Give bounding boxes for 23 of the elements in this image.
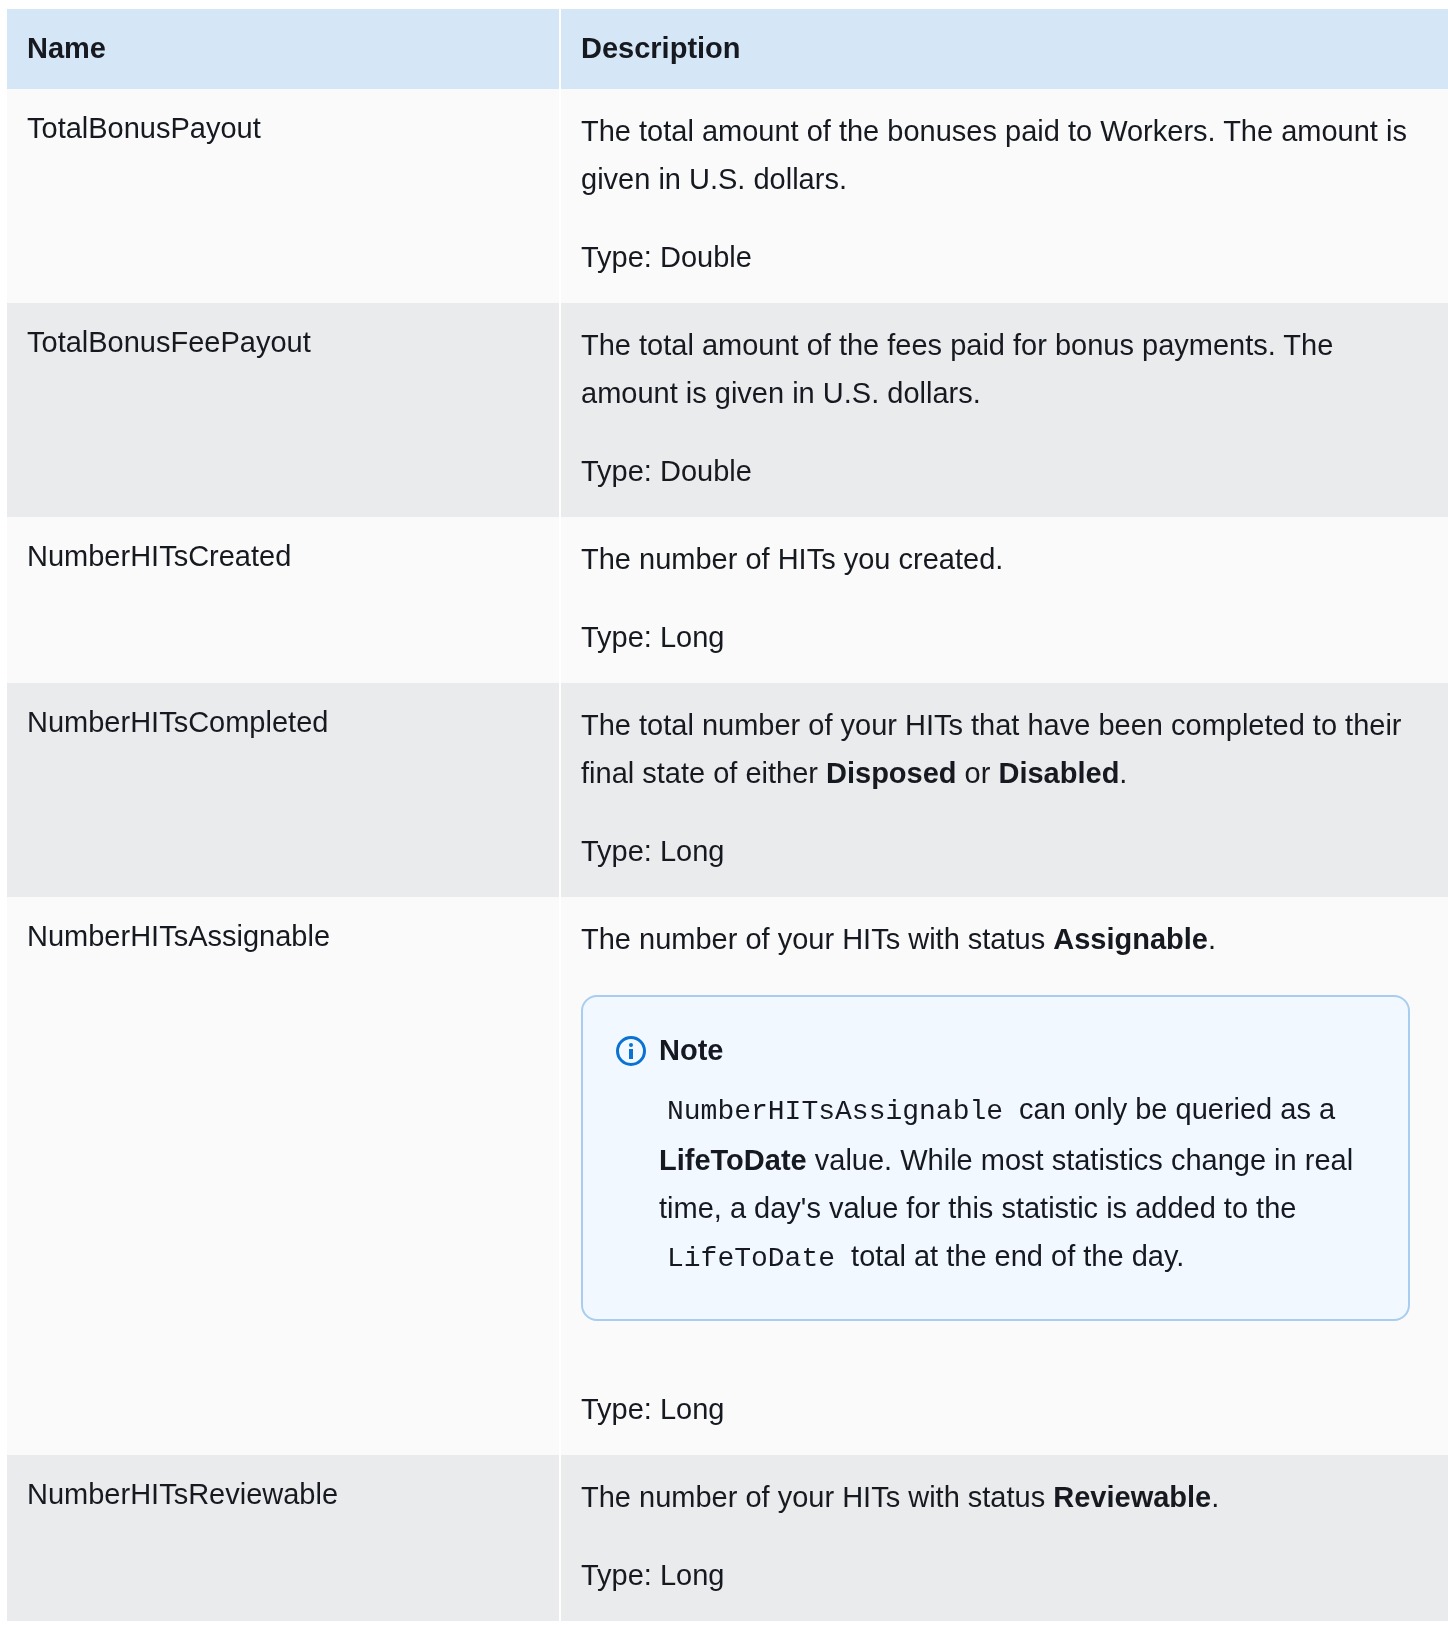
table-cell: TotalBonusFeePayout (7, 303, 561, 517)
description-text: The number of your HITs with status Reviewable. (581, 1479, 1221, 1515)
info-icon (615, 1034, 647, 1067)
description-text: Type: Long (581, 1391, 726, 1427)
description-text: The number of your HITs with status Assignable. (581, 922, 1218, 957)
note-title: Note (659, 1033, 724, 1068)
note-text: NumberHITsAssignable can only be queried as a LifeToDate value. While most statistics change in real time, a day's value for this statistic is added to the LifeToDate total at the end of the day. (659, 1091, 1355, 1276)
table-cell: NumberHITsAssignable (7, 897, 561, 1455)
description-text: The total amount of the bonuses paid to Workers. The amount is given in U.S. dollars. (581, 114, 1408, 197)
description-text: The total number of your HITs that have been completed to their final state of either Disposed or Disabled. (581, 708, 1403, 791)
table-cell: TotalBonusPayout (7, 89, 561, 303)
table-cell: NumberHITsReviewable (7, 1454, 561, 1621)
column-header: Description (561, 9, 1448, 89)
table-cell: NumberHITsCreated (7, 517, 561, 683)
description-text: Type: Long (581, 834, 726, 869)
description-text: The total amount of the fees paid for bonus payments. The amount is given in U.S. dollars. (581, 328, 1335, 411)
description-text: Type: Double (581, 454, 753, 489)
table-cell: NumberHITsCompleted (7, 683, 561, 897)
description-text: Type: Long (581, 620, 726, 655)
description-text: Type: Double (581, 240, 753, 275)
column-header: Name (7, 9, 561, 89)
description-text: Type: Long (581, 1557, 726, 1593)
description-text: The number of HITs you created. (581, 542, 1005, 577)
